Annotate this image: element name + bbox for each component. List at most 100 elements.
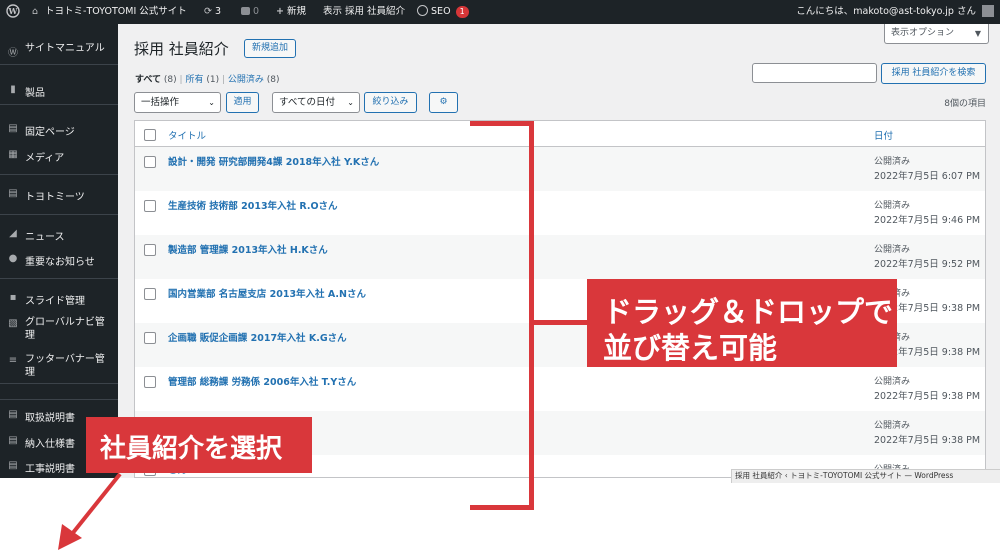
layout-icon: ▧	[8, 318, 18, 329]
sidebar-item-label: フッターバナー管理	[25, 354, 105, 378]
screen-options-label: 表示オプション	[891, 28, 955, 38]
sidebar-item-label: 重要なお知らせ	[25, 257, 95, 268]
menu-separator	[0, 383, 118, 384]
updates-count: 3	[215, 6, 222, 17]
filter-all-label: すべて	[135, 75, 162, 85]
bracket-vertical	[529, 121, 534, 509]
row-checkbox[interactable]	[144, 332, 156, 344]
table-row[interactable]: 管理部 総務課 労務係 2006年入社 T.Yさん 公開済み 2022年7月5日 9…	[135, 367, 985, 411]
comments-count: 0	[253, 6, 260, 17]
menu-separator	[0, 214, 118, 215]
filter-all[interactable]: すべて (8)	[135, 75, 177, 85]
arrow-head-icon	[58, 524, 82, 550]
row-checkbox[interactable]	[144, 244, 156, 256]
table-row[interactable]: 生産技術 技術部 2013年入社 R.Oさん 公開済み 2022年7月5日 9:46…	[135, 191, 985, 235]
filter-all-count: (8)	[163, 75, 177, 85]
filter-mine-label: 所有	[185, 75, 204, 85]
bulk-action-select[interactable]: 一括操作 ⌄	[134, 92, 221, 113]
seo-icon	[417, 5, 428, 16]
column-title-header[interactable]: タイトル	[168, 128, 206, 142]
comments-link[interactable]: 0	[241, 0, 259, 24]
sidebar-item-label: トヨトミーツ	[25, 192, 85, 203]
filter-button[interactable]: 絞り込み	[364, 92, 417, 113]
bracket-connector	[534, 320, 588, 325]
row-checkbox[interactable]	[144, 156, 156, 168]
sidebar-item-label: 製品	[25, 88, 45, 99]
status-bar-text: 採用 社員紹介 ‹ トヨトミ-TOYOTOMI 公式サイト — WordPres…	[735, 471, 954, 480]
post-status: 公開済み	[874, 245, 911, 255]
seo-menu[interactable]: SEO 1	[417, 0, 469, 24]
avatar[interactable]	[982, 0, 994, 24]
item-count: 8個の項目	[944, 99, 986, 109]
menu-separator	[0, 174, 118, 175]
page-icon: ▤	[8, 188, 18, 199]
select-callout-text: 社員紹介を選択	[100, 434, 283, 464]
chevron-down-icon: ⌄	[347, 98, 354, 107]
list-icon: ▤	[8, 409, 18, 420]
site-name-link[interactable]: ⌂ トヨトミ-TOYOTOMI 公式サイト	[32, 0, 187, 24]
wordpress-logo-icon[interactable]: W	[6, 0, 20, 24]
date-filter-select[interactable]: すべての日付 ⌄	[272, 92, 360, 113]
sidebar-item-label: 納入仕様書	[25, 439, 75, 450]
sidebar-item-label: ニュース	[25, 232, 65, 243]
seo-label: SEO	[431, 6, 451, 17]
page-icon: ▤	[8, 123, 18, 134]
post-title-link[interactable]: 国内営業部 名古屋支店 2013年入社 A.Nさん	[168, 286, 366, 300]
post-date: 2022年7月5日 9:38 PM	[874, 391, 981, 402]
seo-badge: 1	[455, 6, 469, 18]
add-new-button[interactable]: 新規追加	[244, 39, 296, 58]
site-name: トヨトミ-TOYOTOMI 公式サイト	[45, 6, 187, 17]
chevron-down-icon: ⌄	[208, 98, 215, 107]
view-filters: すべて (8) | 所有 (1) | 公開済み (8)	[135, 75, 280, 85]
row-checkbox[interactable]	[144, 288, 156, 300]
comment-icon	[241, 6, 250, 15]
row-checkbox[interactable]	[144, 376, 156, 388]
apply-button[interactable]: 適用	[226, 92, 259, 113]
post-date: 2022年7月5日 6:07 PM	[874, 171, 981, 182]
sidebar-item-label: 固定ページ	[25, 127, 75, 138]
bracket-bottom	[470, 505, 534, 510]
gear-icon: ⚙	[439, 97, 448, 107]
post-title-link[interactable]: 企画職 販促企画課 2017年入社 K.Gさん	[168, 330, 347, 344]
post-title-link[interactable]: 製造部 管理課 2013年入社 H.Kさん	[168, 242, 328, 256]
select-all-checkbox[interactable]	[144, 129, 156, 141]
filter-mine[interactable]: 所有 (1)	[185, 75, 219, 85]
menu-separator	[0, 278, 118, 279]
bracket-top	[470, 121, 532, 126]
row-checkbox[interactable]	[144, 200, 156, 212]
table-header: タイトル 日付	[135, 121, 985, 147]
updates-link[interactable]: ⟳ 3	[204, 0, 221, 24]
alert-icon: ●	[8, 253, 18, 264]
column-date-header[interactable]: 日付	[874, 128, 893, 142]
search-input[interactable]	[752, 63, 877, 83]
table-row[interactable]: 製造部 管理課 2013年入社 H.Kさん 公開済み 2022年7月5日 9:52 …	[135, 235, 985, 279]
post-status: 公開済み	[874, 421, 911, 431]
settings-button[interactable]: ⚙	[429, 92, 458, 113]
plus-icon: +	[276, 6, 284, 17]
sidebar-item-label: グローバルナビ管理	[25, 317, 105, 341]
menu-separator	[0, 64, 118, 65]
arrow-line	[70, 472, 122, 536]
account-greeting[interactable]: こんにちは、makoto@ast-tokyo.jp さん	[796, 0, 976, 24]
post-date: 2022年7月5日 9:38 PM	[874, 435, 981, 446]
screen-options-button[interactable]: 表示オプション ▼	[884, 24, 989, 44]
media-icon: ▦	[8, 149, 18, 160]
grid-icon: ▪	[9, 292, 17, 303]
new-content-link[interactable]: + 新規	[276, 0, 306, 24]
select-callout: 社員紹介を選択	[86, 417, 312, 473]
browser-status-bar: 採用 社員紹介 ‹ トヨトミ-TOYOTOMI 公式サイト — WordPres…	[731, 469, 1000, 483]
post-status: 公開済み	[874, 157, 911, 167]
table-row[interactable]: 設計・開発 研究部開発4課 2018年入社 Y.Kさん 公開済み 2022年7月5日…	[135, 147, 985, 191]
post-title-link[interactable]: 生産技術 技術部 2013年入社 R.Oさん	[168, 198, 338, 212]
drag-drop-line2: 並び替え可能	[603, 331, 778, 365]
post-title-link[interactable]: 設計・開発 研究部開発4課 2018年入社 Y.Kさん	[168, 154, 379, 168]
post-title-link[interactable]: 管理部 総務課 労務係 2006年入社 T.Yさん	[168, 374, 356, 388]
menu-separator	[0, 399, 118, 400]
sidebar-item-label: メディア	[25, 153, 65, 164]
home-icon: ⌂	[32, 6, 39, 17]
filter-published[interactable]: 公開済み (8)	[228, 75, 280, 85]
filter-published-count: (8)	[266, 75, 280, 85]
sidebar-item-label: サイトマニュアル	[25, 43, 105, 54]
search-button[interactable]: 採用 社員紹介を検索	[881, 63, 986, 84]
view-post-link[interactable]: 表示 採用 社員紹介	[323, 0, 405, 24]
